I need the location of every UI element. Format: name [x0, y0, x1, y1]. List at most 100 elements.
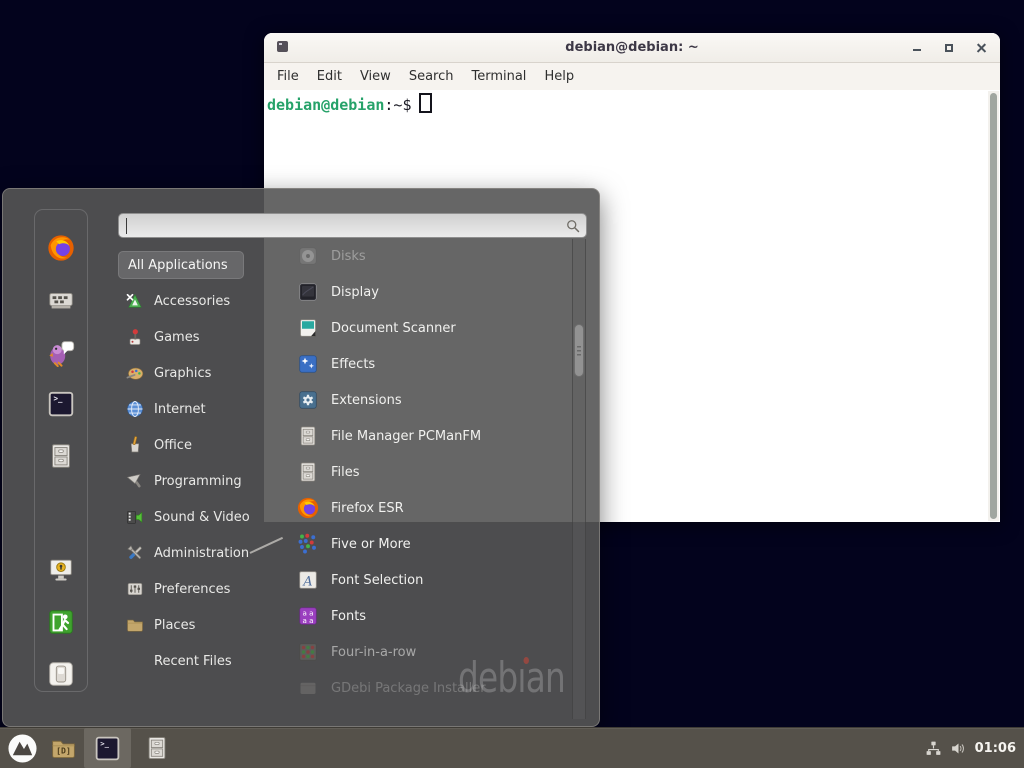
app-item-font-selection[interactable]: AFont Selection — [284, 562, 570, 598]
gdebi-icon — [296, 676, 320, 700]
office-icon — [125, 435, 145, 455]
category-item-places[interactable]: Places — [116, 607, 288, 643]
terminal-scrollbar[interactable] — [988, 91, 999, 521]
font-selection-icon: A — [296, 568, 320, 592]
four-in-a-row-icon — [296, 640, 320, 664]
network-icon[interactable] — [925, 740, 942, 757]
terminal-scrollbar-thumb[interactable] — [990, 93, 997, 519]
taskbar-clock[interactable]: 01:06 — [975, 741, 1016, 756]
maximize-button[interactable] — [944, 41, 954, 55]
software-button[interactable] — [46, 285, 76, 315]
svg-text:>_: >_ — [54, 394, 64, 403]
menubar-item-file[interactable]: File — [268, 69, 308, 84]
app-label: Document Scanner — [331, 321, 456, 336]
app-list: Disks Display Document Scanner EffectsExten… — [284, 238, 570, 706]
text-caret — [126, 218, 127, 234]
lock-screen-button[interactable] — [46, 555, 76, 585]
taskbar: [D] >_ 01:06 — [0, 727, 1024, 768]
preferences-icon — [125, 579, 145, 599]
category-item-programming[interactable]: Programming — [116, 463, 288, 499]
application-menu: >_ All Applications Accessories Games Graph… — [2, 188, 600, 727]
menubar-item-view[interactable]: View — [351, 69, 400, 84]
effects-icon — [296, 352, 320, 376]
empty-icon-slot — [125, 651, 145, 671]
app-item-extensions[interactable]: Extensions — [284, 382, 570, 418]
disks-icon — [296, 244, 320, 268]
terminal-button[interactable]: >_ — [46, 389, 76, 419]
app-label: Files — [331, 465, 360, 480]
logout-button[interactable] — [46, 607, 76, 637]
app-item-document-scanner[interactable]: Document Scanner — [284, 310, 570, 346]
file-manager-button[interactable] — [46, 441, 76, 471]
app-item-file-manager-pcmanfm[interactable]: File Manager PCManFM — [284, 418, 570, 454]
taskbar-file-manager-button[interactable]: [D] — [49, 734, 78, 763]
category-label: Games — [154, 330, 199, 345]
search-icon — [565, 218, 581, 234]
app-label: Display — [331, 285, 379, 300]
app-label: Firefox ESR — [331, 501, 404, 516]
category-item-administration[interactable]: Administration — [116, 535, 288, 571]
menubar-item-help[interactable]: Help — [535, 69, 583, 84]
search-input[interactable] — [127, 216, 557, 235]
programming-icon — [125, 471, 145, 491]
minimize-button[interactable] — [912, 41, 922, 55]
app-item-effects[interactable]: Effects — [284, 346, 570, 382]
category-item-preferences[interactable]: Preferences — [116, 571, 288, 607]
internet-icon — [125, 399, 145, 419]
category-item-all-applications[interactable]: All Applications — [118, 251, 244, 279]
category-item-office[interactable]: Office — [116, 427, 288, 463]
app-item-display[interactable]: Display — [284, 274, 570, 310]
administration-icon — [125, 543, 145, 563]
terminal-prompt: debian@debian:~$ — [267, 93, 432, 114]
app-label: Five or More — [331, 537, 411, 552]
terminal-menubar: FileEditViewSearchTerminalHelp — [264, 63, 1000, 91]
terminal-title: debian@debian: ~ — [565, 40, 698, 55]
app-item-files[interactable]: Files — [284, 454, 570, 490]
app-item-fonts[interactable]: a aa aFonts — [284, 598, 570, 634]
prompt-suffix: :~$ — [384, 96, 411, 114]
category-item-accessories[interactable]: Accessories — [116, 283, 288, 319]
files-icon — [296, 460, 320, 484]
accessories-icon — [125, 291, 145, 311]
app-item-five-or-more[interactable]: Five or More — [284, 526, 570, 562]
category-label: Programming — [154, 474, 242, 489]
category-item-internet[interactable]: Internet — [116, 391, 288, 427]
category-label: Administration — [154, 546, 249, 561]
debian-watermark-text: debıan — [458, 653, 565, 702]
category-item-graphics[interactable]: Graphics — [116, 355, 288, 391]
category-label: Recent Files — [154, 654, 232, 669]
terminal-titlebar[interactable]: debian@debian: ~ — [264, 33, 1000, 63]
pidgin-button[interactable] — [46, 337, 76, 367]
category-item-recent-files[interactable]: Recent Files — [116, 643, 288, 679]
app-item-disks[interactable]: Disks — [284, 238, 570, 274]
window-controls — [912, 33, 986, 62]
app-list-scrollbar[interactable] — [572, 239, 586, 719]
taskbar-terminal-button[interactable]: >_ — [84, 728, 131, 768]
five-or-more-icon — [296, 532, 320, 556]
menubar-item-search[interactable]: Search — [400, 69, 463, 84]
svg-text:[D]: [D] — [56, 745, 71, 755]
document-scanner-icon — [296, 316, 320, 340]
search-box[interactable] — [118, 213, 587, 238]
menubar-item-edit[interactable]: Edit — [308, 69, 351, 84]
taskbar-file-cabinet-button[interactable] — [142, 734, 171, 763]
category-label: Sound & Video — [154, 510, 250, 525]
file-manager-icon — [296, 424, 320, 448]
app-list-scrollbar-thumb[interactable] — [574, 324, 584, 377]
category-item-sound-video[interactable]: Sound & Video — [116, 499, 288, 535]
app-item-firefox-esr[interactable]: Firefox ESR — [284, 490, 570, 526]
category-label: Internet — [154, 402, 206, 417]
display-icon — [296, 280, 320, 304]
volume-icon[interactable] — [950, 740, 967, 757]
close-button[interactable] — [976, 41, 986, 55]
system-tray: 01:06 — [925, 740, 1016, 757]
menu-button[interactable] — [7, 733, 38, 764]
shutdown-button[interactable] — [46, 659, 76, 689]
menubar-item-terminal[interactable]: Terminal — [462, 69, 535, 84]
svg-text:A: A — [302, 574, 312, 589]
category-item-games[interactable]: Games — [116, 319, 288, 355]
terminal-app-icon — [277, 41, 288, 52]
firefox-button[interactable] — [46, 233, 76, 263]
graphics-icon — [125, 363, 145, 383]
category-label: Graphics — [154, 366, 211, 381]
